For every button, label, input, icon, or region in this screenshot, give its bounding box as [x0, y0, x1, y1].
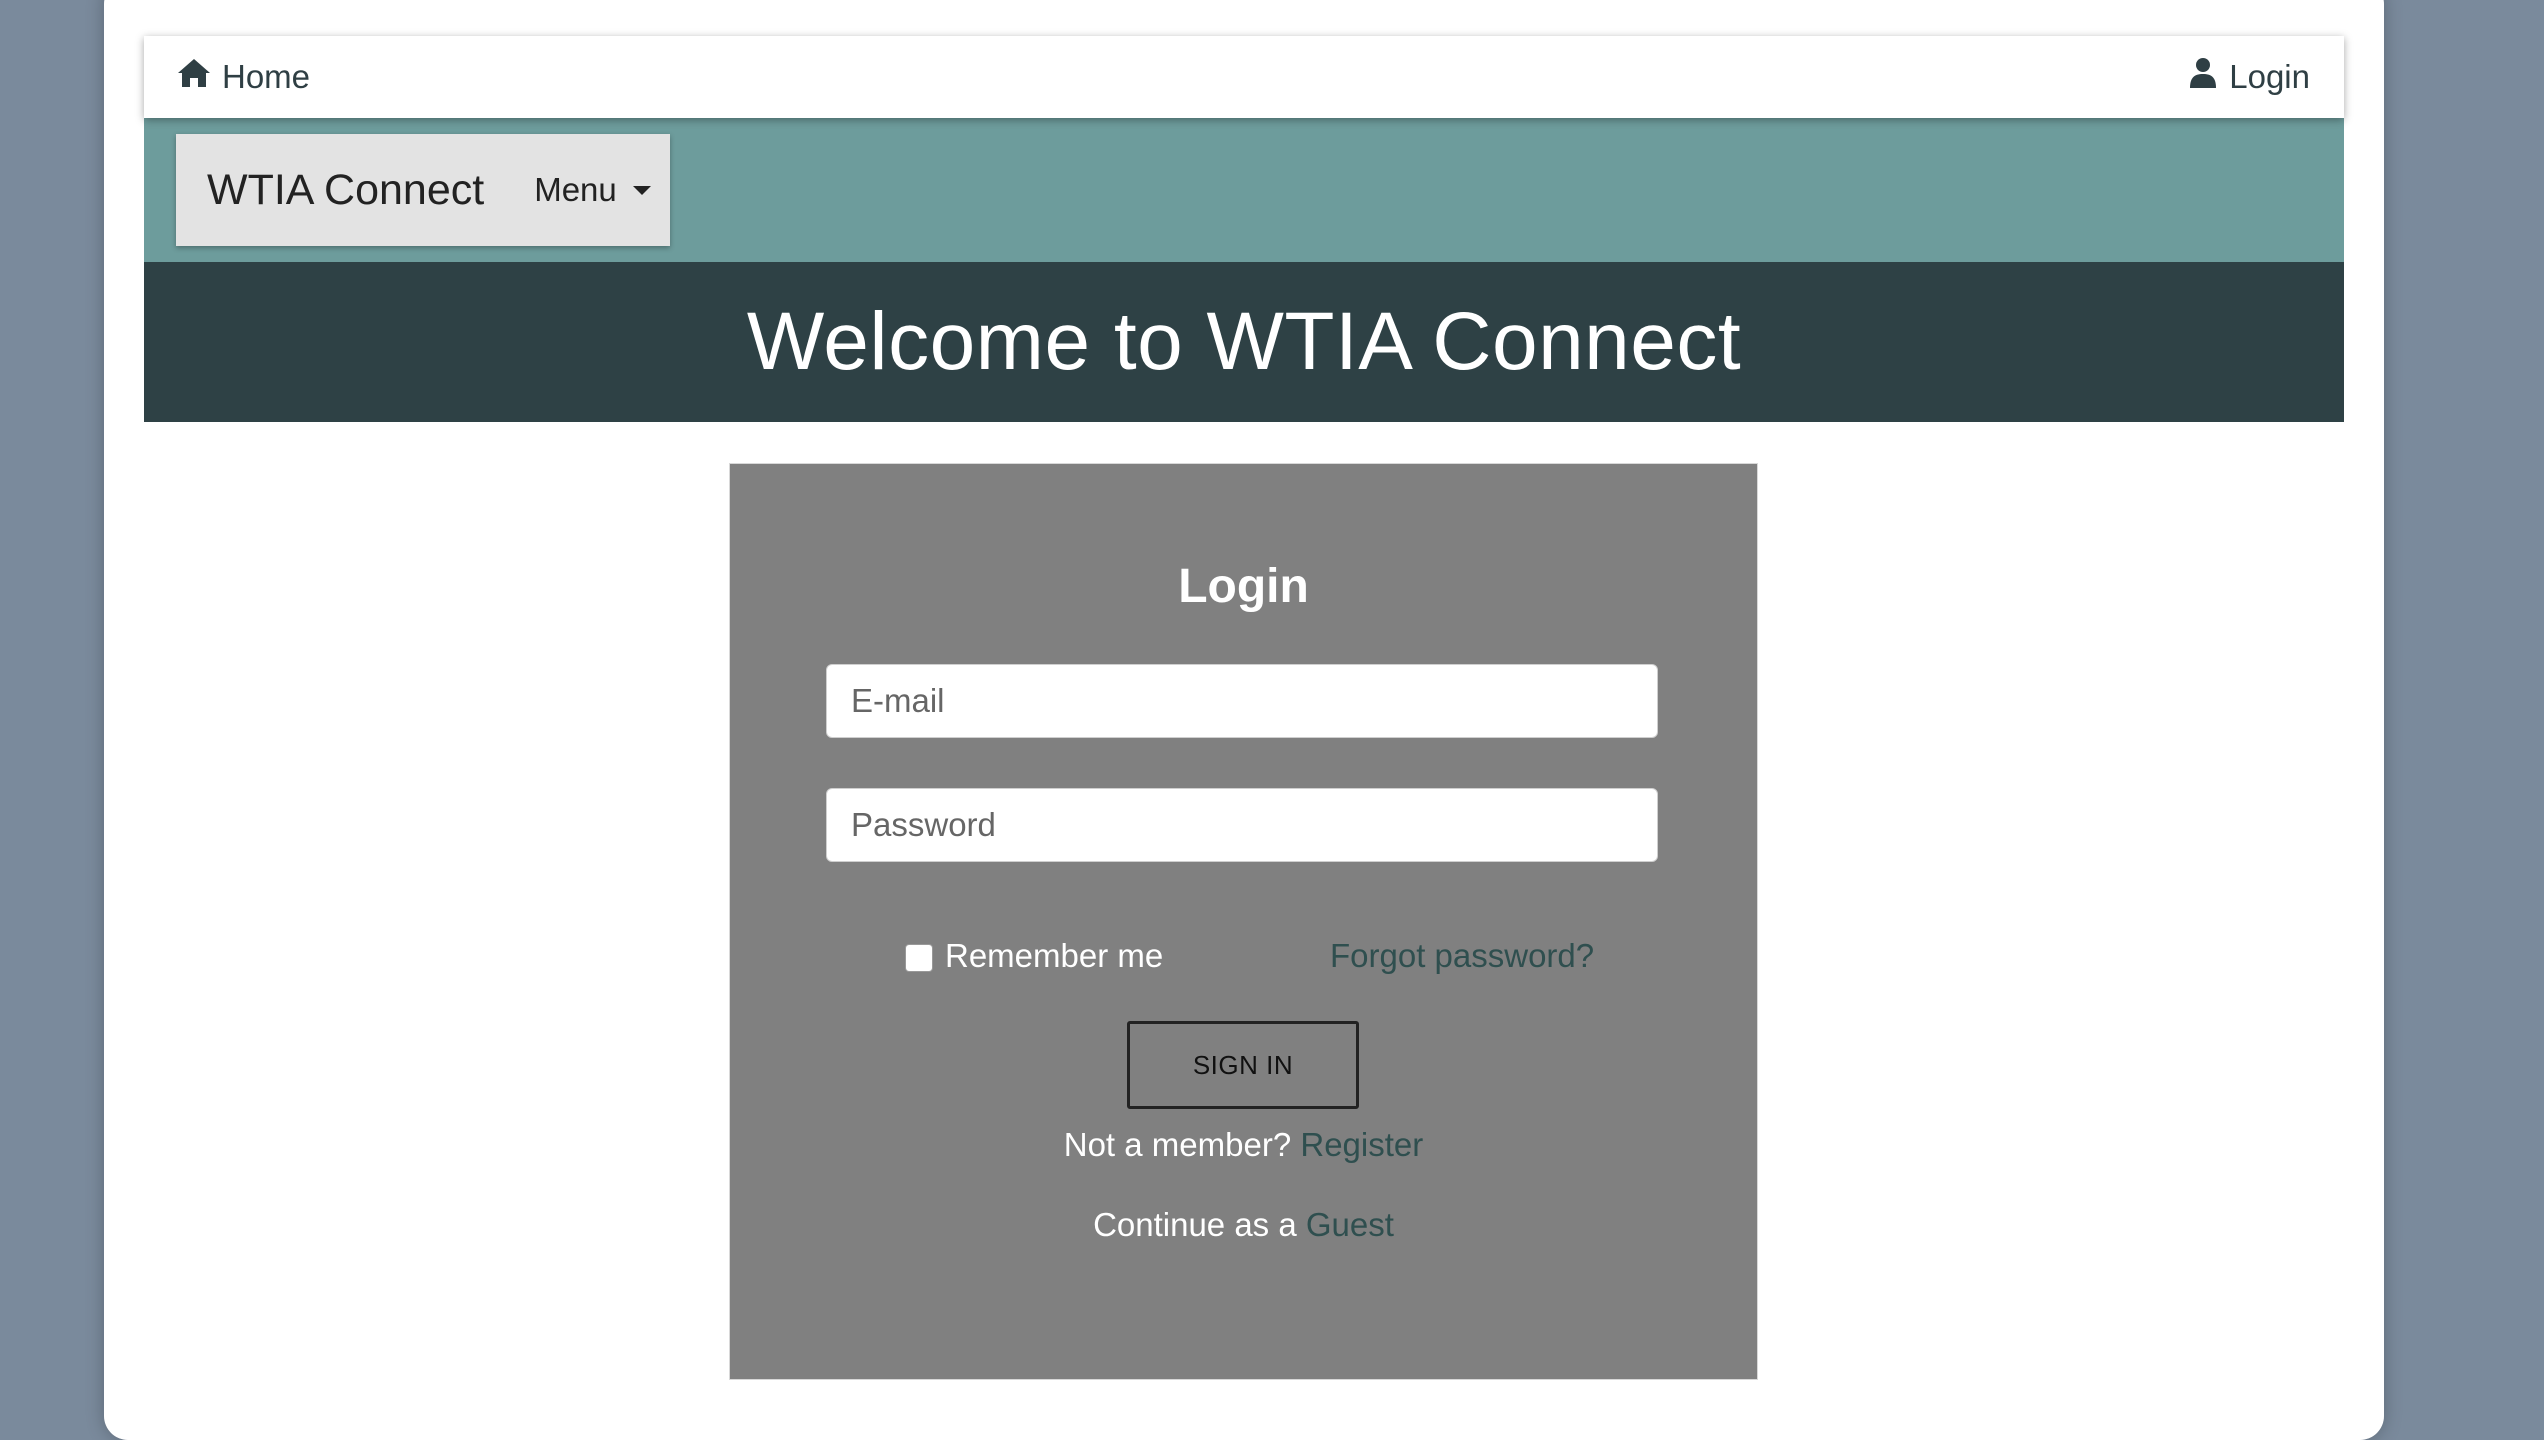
menu-dropdown-toggle[interactable]: Menu [534, 171, 651, 209]
email-field[interactable] [826, 664, 1658, 738]
guest-line: Continue as a Guest [730, 1206, 1757, 1244]
register-line: Not a member? Register [730, 1126, 1757, 1164]
login-link[interactable]: Login [2189, 36, 2310, 118]
top-bar: Home Login [144, 36, 2344, 118]
menu-label: Menu [534, 171, 617, 208]
user-icon [2189, 57, 2217, 97]
caret-down-icon [632, 185, 651, 195]
login-title: Login [1178, 560, 1309, 613]
password-field[interactable] [826, 788, 1658, 862]
home-icon [176, 57, 212, 97]
hero-banner: Welcome to WTIA Connect [144, 262, 2344, 422]
remember-me-label: Remember me [945, 937, 1164, 974]
forgot-password-link[interactable]: Forgot password? [1330, 937, 1594, 975]
guest-link[interactable]: Guest [1306, 1206, 1394, 1243]
remember-me-toggle[interactable]: Remember me [905, 937, 1163, 975]
register-prefix: Not a member? [1063, 1126, 1292, 1163]
login-panel: Login Remember me Forgot password? SIGN … [729, 463, 1758, 1380]
navbar-brand-box: WTIA Connect Menu [176, 134, 670, 246]
login-label: Login [2229, 58, 2310, 95]
register-link[interactable]: Register [1300, 1126, 1423, 1163]
brand-name[interactable]: WTIA Connect [207, 166, 484, 215]
hero-title: Welcome to WTIA Connect [746, 296, 1742, 387]
guest-prefix: Continue as a [1093, 1206, 1297, 1243]
home-label: Home [222, 58, 311, 95]
home-link[interactable]: Home [176, 36, 310, 118]
sign-in-button[interactable]: SIGN IN [1127, 1021, 1359, 1109]
checkbox-icon[interactable] [905, 944, 933, 972]
